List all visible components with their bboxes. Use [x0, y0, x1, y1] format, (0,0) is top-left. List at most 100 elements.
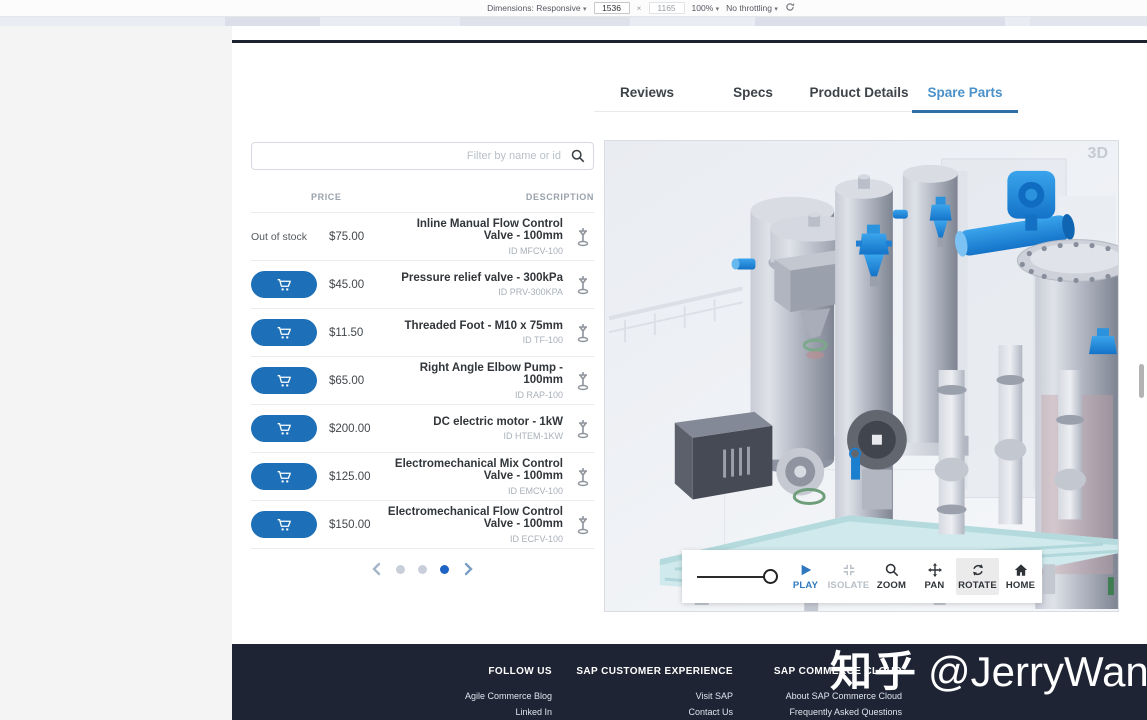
shopping-cart-icon	[277, 374, 292, 388]
part-row[interactable]: $150.00 Electromechanical Flow Control V…	[251, 500, 594, 548]
throttling-dropdown[interactable]: No throttling ▾	[726, 3, 778, 13]
scrollbar-thumb[interactable]	[1139, 364, 1144, 398]
part-title: Pressure relief valve - 300kPa	[385, 272, 563, 285]
page-dots	[396, 565, 449, 574]
footer-link[interactable]: Linked In	[465, 705, 552, 719]
play-icon	[799, 563, 813, 577]
dimensions-dropdown[interactable]: Dimensions: Responsive ▾	[487, 3, 586, 13]
rotate-viewport-icon[interactable]	[785, 2, 795, 14]
site-header-edge	[232, 40, 1147, 43]
add-to-cart-button[interactable]	[251, 271, 317, 298]
viewport-height-input[interactable]	[649, 2, 685, 14]
shopping-cart-icon	[277, 470, 292, 484]
footer-column-customer-experience: SAP CUSTOMER EXPERIENCE Visit SAPContact…	[576, 666, 733, 719]
chevron-right-icon[interactable]	[462, 562, 474, 576]
devtools-toolbar: Dimensions: Responsive ▾ × 100% ▾ No thr…	[0, 0, 1147, 17]
chevron-down-icon: ▾	[774, 6, 778, 13]
viewport-width-input[interactable]	[594, 2, 630, 14]
part-thumbnail-icon	[572, 515, 594, 535]
shopping-cart-icon	[277, 326, 292, 340]
part-thumbnail-icon	[572, 227, 594, 247]
part-id: ID TF-100	[385, 335, 563, 345]
dimensions-separator: ×	[637, 3, 642, 13]
part-price: $150.00	[321, 519, 385, 531]
table-header: PRICE DESCRIPTION	[251, 192, 594, 212]
tab-specs[interactable]: Specs	[700, 80, 806, 111]
part-thumbnail-icon	[572, 371, 594, 391]
zoom-icon	[885, 563, 899, 577]
slider-handle[interactable]	[763, 569, 778, 584]
zoom-dropdown[interactable]: 100% ▾	[692, 3, 720, 13]
part-row[interactable]: $200.00 DC electric motor - 1kW ID HTEM-…	[251, 404, 594, 452]
page-dot[interactable]	[440, 565, 449, 574]
part-price: $65.00	[321, 375, 385, 387]
part-id: ID EMCV-100	[385, 486, 563, 496]
3d-badge: 3D	[1088, 145, 1108, 163]
page-dot[interactable]	[396, 565, 405, 574]
add-to-cart-button[interactable]	[251, 367, 317, 394]
watermark-handle: @JerryWang	[928, 648, 1147, 695]
add-to-cart-button[interactable]	[251, 319, 317, 346]
zoom-button[interactable]: ZOOM	[870, 558, 913, 595]
tab-spare-parts[interactable]: Spare Parts	[912, 80, 1018, 111]
part-id: ID PRV-300KPA	[385, 287, 563, 297]
part-title: DC electric motor - 1kW	[385, 416, 563, 429]
part-row[interactable]: $125.00 Electromechanical Mix Control Va…	[251, 452, 594, 500]
part-row[interactable]: Out of stock $75.00 Inline Manual Flow C…	[251, 212, 594, 260]
part-id: ID RAP-100	[385, 390, 563, 400]
isolate-button: ISOLATE	[827, 558, 870, 595]
footer-link[interactable]: Visit SAP	[576, 689, 733, 703]
filter-input[interactable]	[251, 142, 594, 170]
part-row[interactable]: $11.50 Threaded Foot - M10 x 75mm ID TF-…	[251, 308, 594, 356]
footer-link[interactable]: Contact Us	[576, 705, 733, 719]
home-button[interactable]: HOME	[999, 558, 1042, 595]
part-title: Electromechanical Flow Control Valve - 1…	[385, 506, 563, 531]
tab-reviews[interactable]: Reviews	[594, 80, 700, 111]
animation-slider[interactable]	[697, 569, 771, 585]
rotate-button[interactable]: ROTATE	[956, 558, 999, 595]
part-title: Inline Manual Flow Control Valve - 100mm	[385, 218, 563, 243]
part-id: ID ECFV-100	[385, 534, 563, 544]
search-icon[interactable]	[571, 149, 585, 168]
pan-button[interactable]: PAN	[913, 558, 956, 595]
product-tabs: Reviews Specs Product Details Spare Part…	[594, 80, 1018, 112]
part-row[interactable]: $65.00 Right Angle Elbow Pump - 100mm ID…	[251, 356, 594, 404]
part-price: $125.00	[321, 471, 385, 483]
part-thumbnail-icon	[572, 467, 594, 487]
chevron-down-icon: ▾	[716, 6, 720, 13]
pan-icon	[928, 563, 942, 577]
footer-link[interactable]: Frequently Asked Questions	[774, 705, 902, 719]
part-title: Electromechanical Mix Control Valve - 10…	[385, 458, 563, 483]
pagination	[251, 562, 594, 576]
zhihu-watermark: 知乎@JerryWang	[830, 638, 1147, 699]
parts-table: Out of stock $75.00 Inline Manual Flow C…	[251, 212, 594, 549]
part-id: ID HTEM-1KW	[385, 431, 563, 441]
play-button[interactable]: PLAY	[784, 558, 827, 595]
part-price: $11.50	[321, 327, 385, 339]
3d-scene-canvas[interactable]	[605, 141, 1118, 611]
viewer-toolbar: PLAY ISOLATE ZOOM PAN ROTATE HOME	[682, 550, 1042, 603]
3d-viewer-panel: 3D	[604, 140, 1119, 612]
add-to-cart-button[interactable]	[251, 463, 317, 490]
minified-page-strip	[0, 17, 1147, 26]
part-row[interactable]: $45.00 Pressure relief valve - 300kPa ID…	[251, 260, 594, 308]
part-price: $200.00	[321, 423, 385, 435]
shopping-cart-icon	[277, 278, 292, 292]
add-to-cart-button[interactable]	[251, 511, 317, 538]
page-dot[interactable]	[418, 565, 427, 574]
chevron-left-icon[interactable]	[371, 562, 383, 576]
stock-status: Out of stock	[251, 231, 307, 243]
price-column-header: PRICE	[311, 192, 342, 202]
isolate-icon	[842, 563, 856, 577]
part-title: Right Angle Elbow Pump - 100mm	[385, 362, 563, 387]
tab-product-details[interactable]: Product Details	[806, 80, 912, 111]
footer-column-follow-us: FOLLOW US Agile Commerce Blog Linked In	[465, 666, 552, 719]
part-thumbnail-icon	[572, 419, 594, 439]
footer-link[interactable]: Agile Commerce Blog	[465, 689, 552, 703]
chevron-down-icon: ▾	[583, 6, 587, 13]
add-to-cart-button[interactable]	[251, 415, 317, 442]
footer-heading: FOLLOW US	[465, 666, 552, 677]
part-id: ID MFCV-100	[385, 246, 563, 256]
page-gutter	[0, 26, 232, 720]
rotate-icon	[971, 563, 985, 577]
